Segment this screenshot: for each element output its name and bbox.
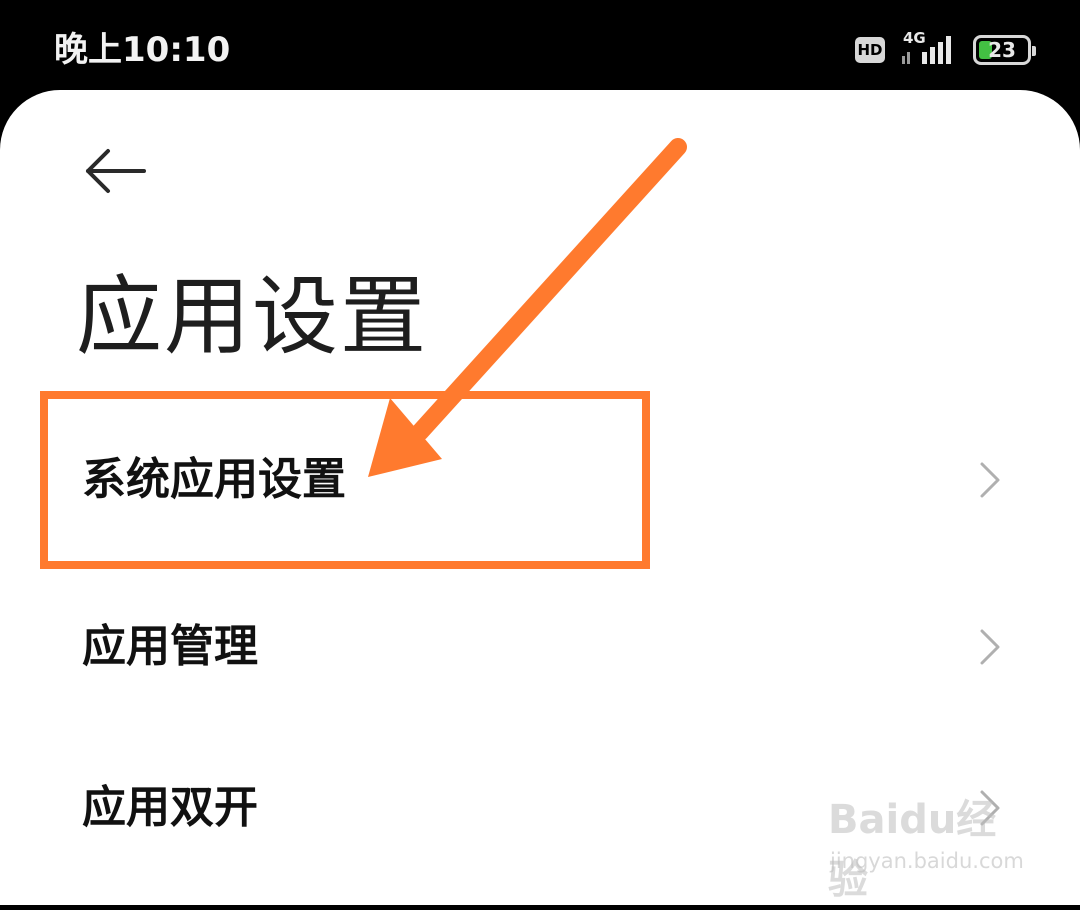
status-time: 晚上10:10	[54, 30, 231, 70]
menu-item-label: 系统应用设置	[82, 454, 346, 505]
battery-level: 23	[988, 38, 1016, 62]
menu-item-app-management[interactable]: 应用管理	[0, 572, 1080, 722]
menu-item-label: 应用管理	[82, 621, 258, 672]
battery-icon: 23	[973, 35, 1036, 65]
signal-strength-icon	[902, 36, 951, 64]
back-button[interactable]	[80, 140, 152, 202]
chevron-right-icon	[980, 462, 1000, 498]
hd-badge: HD	[855, 37, 885, 63]
arrow-left-icon	[86, 149, 146, 193]
menu-item-label: 应用双开	[82, 782, 258, 833]
status-bar: 晚上10:10 HD 4G 23	[0, 0, 1080, 100]
menu-item-dual-apps[interactable]: 应用双开	[0, 733, 1080, 883]
page-title: 应用设置	[76, 267, 428, 367]
chevron-right-icon	[980, 790, 1000, 826]
chevron-right-icon	[980, 629, 1000, 665]
menu-item-system-app-settings[interactable]: 系统应用设置	[0, 405, 1080, 555]
